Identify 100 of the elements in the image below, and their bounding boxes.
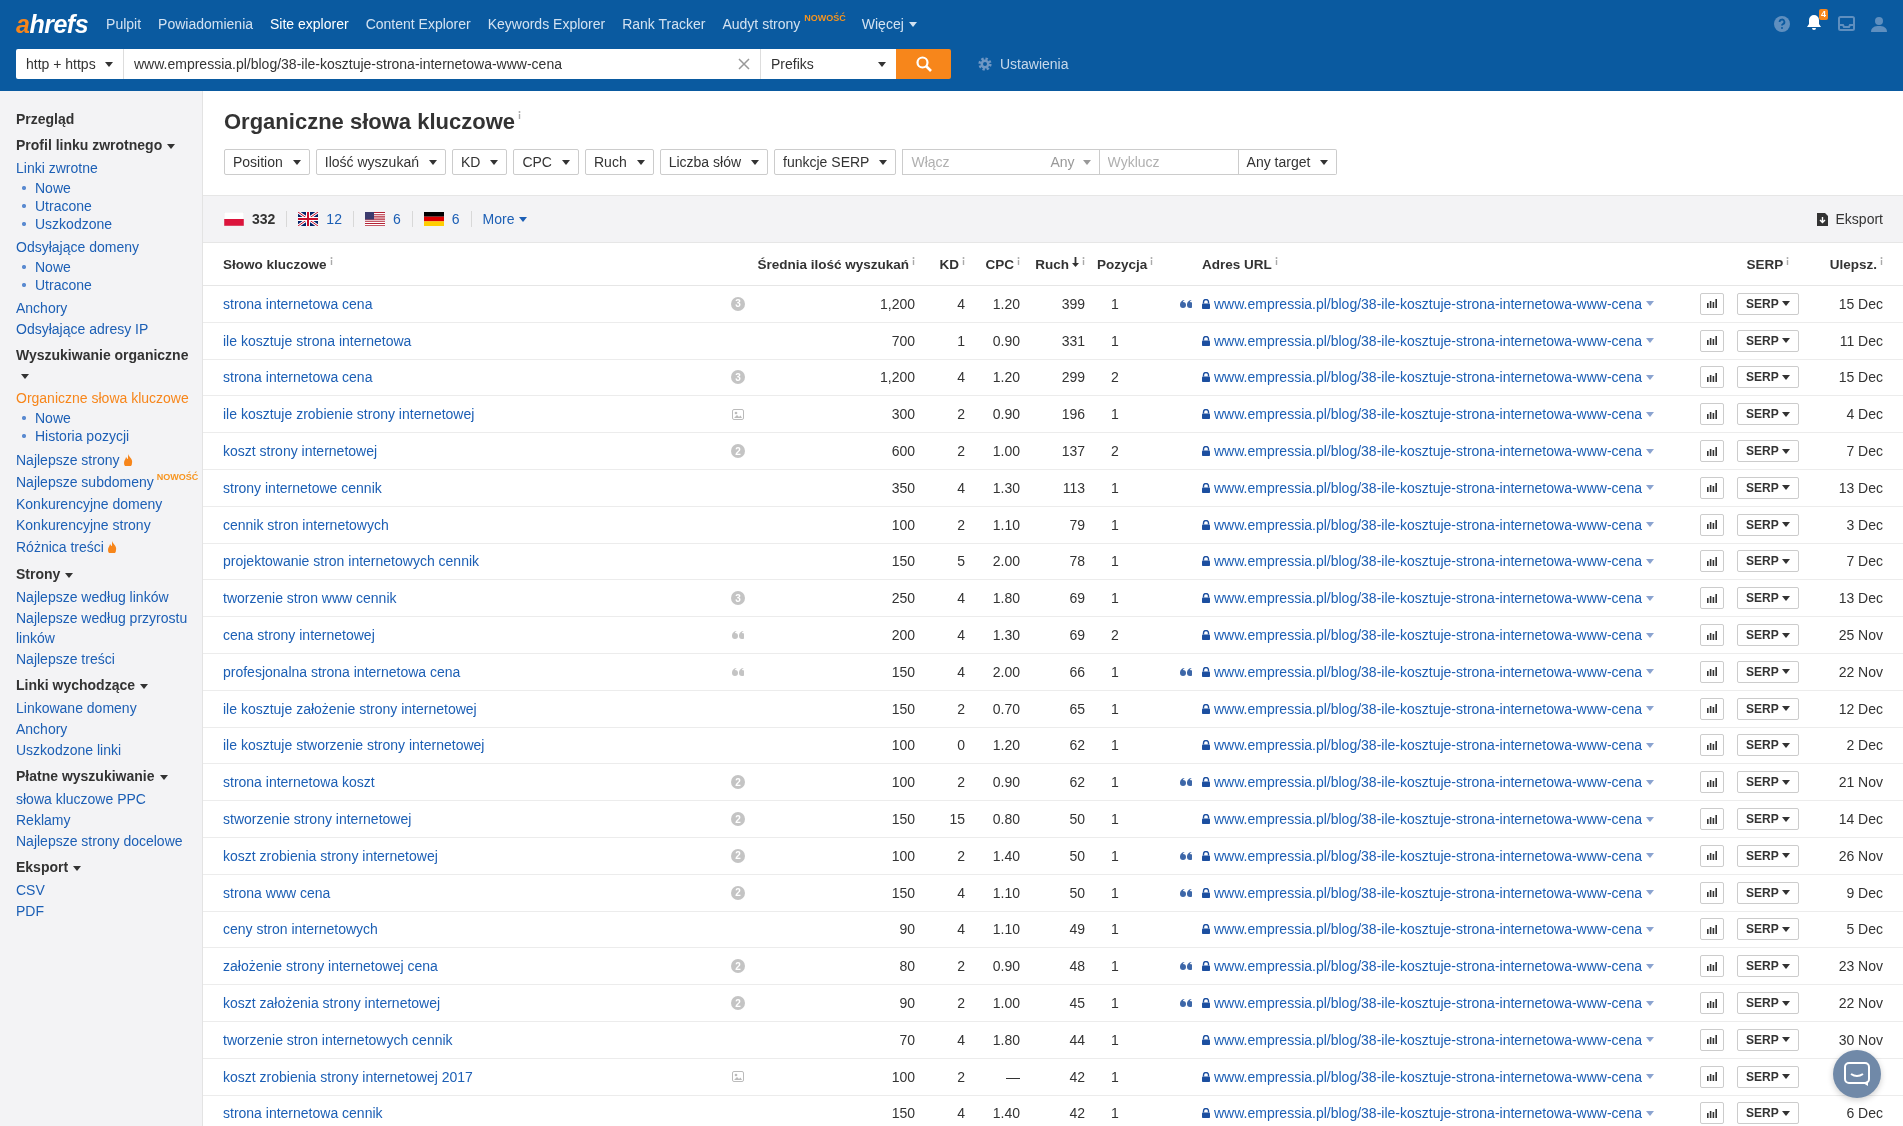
- url-link[interactable]: www.empressia.pl/blog/38-ile-kosztuje-strona-internetowa-www-cena: [1214, 406, 1642, 423]
- nav-link[interactable]: Powiadomienia: [158, 16, 254, 32]
- column-header[interactable]: Ulepsz.: [1829, 256, 1877, 272]
- sidebar-link[interactable]: Nowe: [35, 409, 71, 427]
- serp-dropdown[interactable]: SERP: [1737, 1065, 1799, 1088]
- keyword-link[interactable]: strona internetowa koszt: [223, 774, 375, 791]
- filter-dropdown[interactable]: funkcje SERP: [774, 149, 897, 175]
- serp-dropdown[interactable]: SERP: [1737, 734, 1799, 757]
- sidebar-link[interactable]: Najlepsze strony: [16, 450, 120, 470]
- keyword-link[interactable]: tworzenie stron internetowych cennik: [223, 1031, 453, 1048]
- export-button[interactable]: Eksport: [1816, 211, 1883, 227]
- section-heading[interactable]: Strony: [16, 564, 200, 584]
- filter-dropdown[interactable]: Position: [224, 149, 310, 175]
- url-link[interactable]: www.empressia.pl/blog/38-ile-kosztuje-strona-internetowa-www-cena: [1214, 811, 1642, 828]
- keyword-link[interactable]: ile kosztuje stworzenie strony internetowej: [223, 737, 485, 754]
- url-field[interactable]: www.empressia.pl/blog/38-ile-kosztuje-strona-internetowa-www-cena: [124, 49, 761, 79]
- sidebar-link[interactable]: Reklamy: [16, 810, 200, 830]
- section-heading[interactable]: Profil linku zwrotnego: [16, 135, 200, 155]
- keyword-link[interactable]: ile kosztuje strona internetowa: [223, 332, 412, 349]
- serp-dropdown[interactable]: SERP: [1737, 808, 1799, 831]
- url-link[interactable]: www.empressia.pl/blog/38-ile-kosztuje-strona-internetowa-www-cena: [1214, 774, 1642, 791]
- chart-button[interactable]: [1700, 697, 1724, 720]
- nav-link[interactable]: Site explorer: [270, 16, 349, 32]
- section-heading[interactable]: Eksport: [16, 857, 200, 877]
- sidebar-link[interactable]: słowa kluczowe PPC: [16, 789, 200, 809]
- keyword-link[interactable]: ile kosztuje założenie strony internetowej: [223, 700, 477, 717]
- serp-dropdown[interactable]: SERP: [1737, 624, 1799, 647]
- sidebar-link[interactable]: Linki zwrotne: [16, 158, 200, 178]
- url-link[interactable]: www.empressia.pl/blog/38-ile-kosztuje-strona-internetowa-www-cena: [1214, 516, 1642, 533]
- keyword-link[interactable]: koszt strony internetowej: [223, 443, 378, 460]
- chart-button[interactable]: [1700, 329, 1724, 352]
- url-link[interactable]: www.empressia.pl/blog/38-ile-kosztuje-strona-internetowa-www-cena: [1214, 627, 1642, 644]
- url-link[interactable]: www.empressia.pl/blog/38-ile-kosztuje-strona-internetowa-www-cena: [1214, 958, 1642, 975]
- chart-button[interactable]: [1700, 955, 1724, 978]
- chart-button[interactable]: [1700, 366, 1724, 389]
- filter-dropdown[interactable]: Ruch: [585, 149, 654, 175]
- nav-link[interactable]: Keywords Explorer: [487, 16, 606, 32]
- nav-link[interactable]: Audyt strony: [722, 16, 801, 32]
- sidebar-link[interactable]: Uszkodzone: [35, 215, 113, 233]
- serp-dropdown[interactable]: SERP: [1737, 844, 1799, 867]
- filter-dropdown[interactable]: Ilość wyszukań: [315, 149, 446, 175]
- serp-dropdown[interactable]: SERP: [1737, 1028, 1799, 1051]
- sidebar-link[interactable]: Linkowane domeny: [16, 698, 200, 718]
- url-link[interactable]: www.empressia.pl/blog/38-ile-kosztuje-strona-internetowa-www-cena: [1214, 663, 1642, 680]
- chart-button[interactable]: [1700, 918, 1724, 941]
- serp-dropdown[interactable]: SERP: [1737, 550, 1799, 573]
- column-header[interactable]: Pozycja: [1097, 256, 1148, 272]
- sidebar-link[interactable]: Utracone: [35, 197, 92, 215]
- sidebar-link[interactable]: Odsyłające adresy IP: [16, 319, 200, 339]
- nav-link[interactable]: Rank Tracker: [622, 16, 706, 32]
- column-header[interactable]: KD: [939, 256, 959, 272]
- chart-button[interactable]: [1700, 513, 1724, 536]
- serp-dropdown[interactable]: SERP: [1737, 329, 1799, 352]
- url-link[interactable]: www.empressia.pl/blog/38-ile-kosztuje-strona-internetowa-www-cena: [1214, 1031, 1642, 1048]
- keyword-link[interactable]: strona internetowa cena: [223, 295, 373, 312]
- keyword-link[interactable]: ile kosztuje zrobienie strony internetowej: [223, 406, 475, 423]
- chart-button[interactable]: [1700, 1028, 1724, 1051]
- sidebar-link[interactable]: Konkurencyjne domeny: [16, 494, 200, 514]
- url-link[interactable]: www.empressia.pl/blog/38-ile-kosztuje-strona-internetowa-www-cena: [1214, 700, 1642, 717]
- keyword-link[interactable]: tworzenie stron www cennik: [223, 590, 397, 607]
- chat-button[interactable]: [1833, 1050, 1881, 1098]
- logo[interactable]: ahrefs: [16, 9, 89, 39]
- chart-button[interactable]: [1700, 587, 1724, 610]
- sidebar-link[interactable]: Konkurencyjne strony: [16, 515, 200, 535]
- more-dropdown[interactable]: More: [482, 211, 528, 227]
- keyword-link[interactable]: koszt zrobienia strony internetowej 2017: [223, 1068, 473, 1085]
- chart-button[interactable]: [1700, 734, 1724, 757]
- filter-dropdown[interactable]: KD: [451, 149, 508, 175]
- serp-dropdown[interactable]: SERP: [1737, 403, 1799, 426]
- url-link[interactable]: www.empressia.pl/blog/38-ile-kosztuje-strona-internetowa-www-cena: [1214, 553, 1642, 570]
- sidebar-link[interactable]: Najlepsze strony docelowe: [16, 831, 200, 851]
- include-field[interactable]: Włącz: [902, 149, 1043, 175]
- serp-dropdown[interactable]: SERP: [1737, 476, 1799, 499]
- filter-dropdown[interactable]: Liczba słów: [659, 149, 769, 175]
- country-filter[interactable]: 12: [298, 211, 354, 227]
- serp-dropdown[interactable]: SERP: [1737, 881, 1799, 904]
- column-header[interactable]: CPC: [985, 256, 1014, 272]
- chart-button[interactable]: [1700, 660, 1724, 683]
- chart-button[interactable]: [1700, 292, 1724, 315]
- bell-icon[interactable]: [1806, 14, 1822, 31]
- url-link[interactable]: www.empressia.pl/blog/38-ile-kosztuje-strona-internetowa-www-cena: [1214, 443, 1642, 460]
- section-heading[interactable]: Płatne wyszukiwanie: [16, 766, 200, 786]
- url-link[interactable]: www.empressia.pl/blog/38-ile-kosztuje-strona-internetowa-www-cena: [1214, 884, 1642, 901]
- chart-button[interactable]: [1700, 808, 1724, 831]
- keyword-link[interactable]: założenie strony internetowej cena: [223, 958, 438, 975]
- serp-dropdown[interactable]: SERP: [1737, 918, 1799, 941]
- serp-dropdown[interactable]: SERP: [1737, 587, 1799, 610]
- settings-link[interactable]: Ustawienia: [977, 56, 1069, 72]
- sidebar-link[interactable]: Nowe: [35, 179, 71, 197]
- keyword-link[interactable]: strona internetowa cennik: [223, 1105, 383, 1122]
- column-header[interactable]: SERP: [1746, 256, 1784, 272]
- url-link[interactable]: www.empressia.pl/blog/38-ile-kosztuje-strona-internetowa-www-cena: [1214, 295, 1642, 312]
- column-header[interactable]: Adres URL: [1202, 256, 1272, 272]
- sidebar-link[interactable]: Utracone: [35, 276, 92, 294]
- chart-button[interactable]: [1700, 881, 1724, 904]
- sidebar-link[interactable]: Różnica treści: [16, 537, 104, 557]
- sidebar-link[interactable]: Anchory: [16, 298, 200, 318]
- sidebar-link[interactable]: Historia pozycji: [35, 427, 130, 445]
- chart-button[interactable]: [1700, 992, 1724, 1015]
- column-header[interactable]: Słowo kluczowe: [223, 256, 327, 272]
